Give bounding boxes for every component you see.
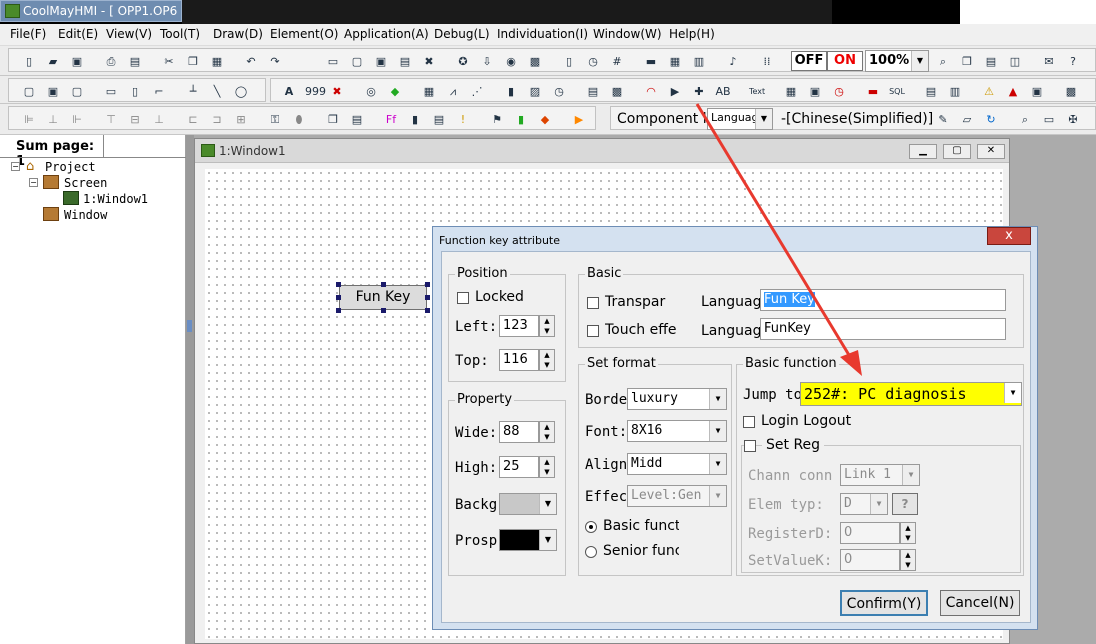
arrow-shaft xyxy=(695,103,854,361)
arrow-head xyxy=(840,350,862,376)
annotation-arrow xyxy=(695,103,862,376)
